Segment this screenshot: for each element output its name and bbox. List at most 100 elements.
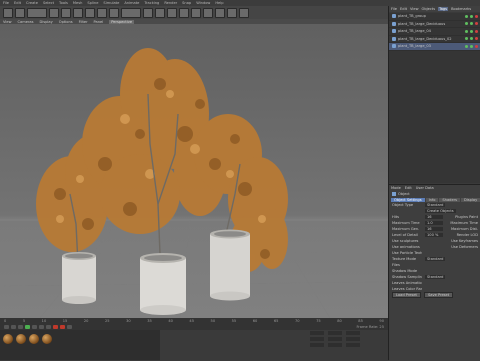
material-swatch[interactable]: [16, 334, 26, 344]
visibility-editor-icon[interactable]: [465, 29, 468, 33]
material-swatch[interactable]: [42, 334, 52, 344]
redo-icon[interactable]: [15, 7, 25, 18]
viewport-menu-item[interactable]: Display: [40, 20, 53, 24]
menu-item[interactable]: Edit: [14, 1, 21, 5]
attribute-menu-item[interactable]: Mode: [391, 186, 401, 190]
attribute-value[interactable]: 16: [425, 215, 443, 219]
coord-field[interactable]: [310, 337, 324, 341]
attribute-value[interactable]: Create Objects: [425, 209, 456, 213]
tag-icon[interactable]: [475, 44, 478, 48]
tag-icon[interactable]: [475, 37, 478, 41]
visibility-render-icon[interactable]: [470, 44, 473, 48]
attribute-value[interactable]: 100 %: [425, 233, 443, 237]
coord-field[interactable]: [310, 343, 324, 347]
attribute-tab[interactable]: Shaders: [439, 198, 461, 202]
object-manager-menu-item[interactable]: Objects: [422, 7, 436, 11]
cube-icon[interactable]: [155, 7, 165, 18]
visibility-render-icon[interactable]: [470, 29, 473, 33]
coord-field[interactable]: [328, 337, 342, 341]
attribute-tab[interactable]: Object Settings: [391, 198, 425, 202]
object-manager-menu-item[interactable]: Edit: [400, 7, 407, 11]
timeline[interactable]: 0 5 10 15 20 25 30 35 40 45 50 55 60 65 70 75 80 85 90 Fra…: [0, 318, 388, 330]
viewport-menu-item[interactable]: Options: [59, 20, 73, 24]
material-swatch[interactable]: [29, 334, 39, 344]
viewport-camera-label[interactable]: Perspective: [109, 19, 135, 24]
pen-icon[interactable]: [167, 7, 177, 18]
select-tool-icon[interactable]: [27, 7, 47, 18]
record-icon[interactable]: [53, 325, 58, 329]
tag-icon[interactable]: [475, 22, 478, 26]
menu-item[interactable]: File: [3, 1, 9, 5]
next-key-icon[interactable]: [39, 325, 44, 329]
menu-item[interactable]: Tools: [59, 1, 68, 5]
next-frame-icon[interactable]: [32, 325, 37, 329]
menu-item[interactable]: Render: [164, 1, 177, 5]
autokey-icon[interactable]: [60, 325, 65, 329]
object-manager-menu-item[interactable]: File: [391, 7, 397, 11]
object-row[interactable]: plant_TB_large_Deciduous: [389, 21, 480, 28]
pot-center[interactable]: [140, 253, 186, 315]
attribute-menu-item[interactable]: User Data: [416, 186, 434, 190]
rotate-tool-icon[interactable]: [73, 7, 83, 18]
undo-icon[interactable]: [3, 7, 13, 18]
menu-item[interactable]: Tracking: [144, 1, 159, 5]
camera-icon[interactable]: [227, 7, 237, 18]
visibility-editor-icon[interactable]: [465, 44, 468, 48]
tree-group[interactable]: [36, 48, 288, 272]
attribute-button[interactable]: Save Preset: [423, 292, 454, 298]
attribute-value[interactable]: Standard: [425, 203, 446, 207]
object-row[interactable]: plant_TB_large_04: [389, 28, 480, 36]
pot-left[interactable]: [62, 252, 96, 304]
array-icon[interactable]: [191, 7, 201, 18]
pot-right[interactable]: [210, 229, 250, 301]
menu-item[interactable]: Snap: [182, 1, 191, 5]
visibility-render-icon[interactable]: [470, 14, 473, 18]
menu-item[interactable]: Help: [215, 1, 223, 5]
coord-field[interactable]: [346, 343, 360, 347]
attribute-tab[interactable]: Info: [425, 198, 439, 202]
material-swatch[interactable]: [3, 334, 13, 344]
object-manager-menu-item[interactable]: Bookmarks: [451, 7, 471, 11]
object-row[interactable]: plant_TB_large_03: [389, 43, 480, 51]
coord-field[interactable]: [346, 331, 360, 335]
viewport-menu-item[interactable]: Panel: [94, 20, 104, 24]
y-axis-icon[interactable]: [97, 7, 107, 18]
go-start-icon[interactable]: [4, 325, 9, 329]
menu-item[interactable]: Window: [196, 1, 210, 5]
deformer-icon[interactable]: [203, 7, 213, 18]
coord-field[interactable]: [346, 337, 360, 341]
object-manager-menu-item[interactable]: View: [410, 7, 419, 11]
attribute-value[interactable]: 1.0: [425, 221, 443, 225]
attribute-button[interactable]: Load Preset: [392, 292, 421, 298]
go-end-icon[interactable]: [46, 325, 51, 329]
play-icon[interactable]: [25, 325, 30, 329]
floor-icon[interactable]: [215, 7, 225, 18]
object-row[interactable]: plant_TB_group: [389, 13, 480, 21]
attribute-menu-item[interactable]: Edit: [405, 186, 412, 190]
tag-icon[interactable]: [475, 29, 478, 33]
tag-icon[interactable]: [475, 14, 478, 18]
menu-item[interactable]: Simulate: [103, 1, 119, 5]
menu-item[interactable]: Mesh: [73, 1, 82, 5]
move-tool-icon[interactable]: [49, 7, 59, 18]
coord-field[interactable]: [310, 331, 324, 335]
viewport-menu-item[interactable]: View: [3, 20, 12, 24]
z-axis-icon[interactable]: [109, 7, 119, 18]
prev-frame-icon[interactable]: [18, 325, 23, 329]
coord-field[interactable]: [328, 343, 342, 347]
attribute-value[interactable]: 16: [425, 227, 443, 231]
viewport-menu-item[interactable]: Filter: [79, 20, 88, 24]
subdivide-icon[interactable]: [179, 7, 189, 18]
visibility-render-icon[interactable]: [470, 22, 473, 26]
object-manager-menu-item[interactable]: Tags: [438, 7, 449, 11]
attribute-value[interactable]: Standard: [425, 257, 446, 261]
viewport-menu-item[interactable]: Cameras: [18, 20, 34, 24]
visibility-editor-icon[interactable]: [465, 22, 468, 26]
visibility-render-icon[interactable]: [470, 37, 473, 41]
menu-item[interactable]: Select: [43, 1, 54, 5]
keyframe-icon[interactable]: [67, 325, 72, 329]
3d-viewport[interactable]: [0, 24, 388, 318]
object-row[interactable]: plant_TB_large_Deciduous_02: [389, 36, 480, 43]
coord-field[interactable]: [328, 331, 342, 335]
attribute-value[interactable]: Standard: [425, 275, 446, 279]
